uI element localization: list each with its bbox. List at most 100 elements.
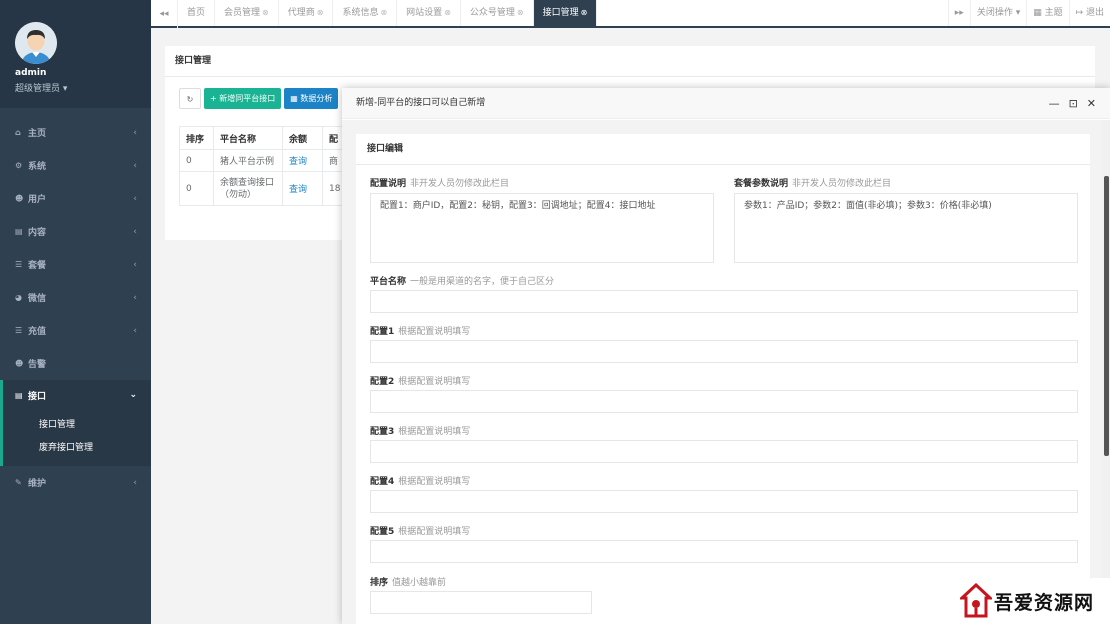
tab-member[interactable]: 会员管理 ⊗ [215, 0, 279, 26]
watermark-logo: 吾爱资源网 [960, 578, 1110, 624]
sidebar-item-alarm[interactable]: ☻ 告警 [0, 347, 151, 380]
tab-agent[interactable]: 代理商 ⊗ [279, 0, 334, 26]
sidebar-item-label: 维护 [28, 479, 47, 489]
tab-official-account[interactable]: 公众号管理 ⊗ [461, 0, 534, 26]
chevron-left-icon: ‹ [133, 160, 137, 171]
platform-name-input[interactable] [370, 290, 1078, 313]
label-text: 配置5 [370, 527, 395, 537]
label-hint: 根据配置说明填写 [398, 327, 471, 337]
add-interface-modal: 新增-同平台的接口可以自己新增 — ⊡ ✕ 接口编辑 配置说明 非开发人员勿修改此… [342, 88, 1110, 624]
theme-button[interactable]: ▦ 主题 [1026, 0, 1068, 26]
sidebar-item-system[interactable]: ⚙ 系统 ‹ [0, 149, 151, 182]
minimize-icon[interactable]: — [1049, 97, 1060, 110]
label-text: 套餐参数说明 [734, 179, 789, 189]
sidebar-item-label: 充值 [28, 327, 47, 337]
sidebar-item-label: 微信 [28, 294, 47, 304]
label-text: 配置3 [370, 427, 395, 437]
tabs-scroll-left-icon[interactable]: ◂◂ [151, 0, 178, 28]
avatar-image [15, 22, 57, 64]
config2-input[interactable] [370, 390, 1078, 413]
close-icon[interactable]: ✕ [1087, 97, 1096, 110]
user-role-dropdown[interactable]: 超级管理员 ▾ [15, 81, 67, 94]
query-link[interactable]: 查询 [282, 171, 323, 206]
modal-controls: — ⊡ ✕ [1049, 88, 1096, 119]
config1-input[interactable] [370, 340, 1078, 363]
tab-label: 首页 [187, 8, 206, 18]
close-icon[interactable]: ⊗ [581, 8, 588, 17]
label-text: 配置2 [370, 377, 395, 387]
sidebar-item-home[interactable]: ⌂ 主页 ‹ [0, 116, 151, 149]
tab-label: 系统信息 [342, 8, 379, 18]
table-cell: 0 [179, 149, 214, 172]
tab-system-info[interactable]: 系统信息 ⊗ [333, 0, 398, 26]
config4-input[interactable] [370, 490, 1078, 513]
tab-label: 代理商 [287, 8, 315, 18]
config2-label: 配置2 根据配置说明填写 [370, 374, 470, 387]
chevron-left-icon: ‹ [133, 259, 137, 270]
add-same-platform-button[interactable]: + 新增同平台接口 [204, 88, 282, 109]
sidebar-item-users[interactable]: ☻ 用户 ‹ [0, 182, 151, 215]
scrollbar-thumb[interactable] [1104, 176, 1109, 456]
sidebar-item-interface[interactable]: ▤ 接口 ⌄ [0, 380, 151, 410]
maximize-icon[interactable]: ⊡ [1069, 97, 1078, 110]
logout-button[interactable]: ↦ 退出 [1068, 0, 1110, 26]
gears-icon: ⚙ [15, 161, 23, 170]
list-icon: ☰ [15, 260, 23, 269]
config4-label: 配置4 根据配置说明填写 [370, 474, 470, 487]
tab-interface-manage[interactable]: 接口管理 ⊗ [533, 0, 598, 26]
tab-site-settings[interactable]: 网站设置 ⊗ [397, 0, 461, 26]
interface-table: 排序 平台名称 余额 配 0 猪人平台示例 查询 商 0 余额查询接口（勿动） … [179, 126, 348, 206]
tab-label: 接口管理 [542, 8, 579, 18]
param-desc-textarea[interactable]: 参数1：产品ID；参数2：面值(非必填)；参数3：价格(非必填) [734, 193, 1078, 263]
modal-scrollbar[interactable] [1102, 120, 1110, 624]
close-icon[interactable]: ⊗ [517, 8, 524, 17]
label-text: 排序 [370, 578, 389, 588]
close-icon[interactable]: ⊗ [380, 8, 387, 17]
users-icon: ☻ [15, 359, 24, 368]
sidebar-nav: ⌂ 主页 ‹ ⚙ 系统 ‹ ☻ 用户 ‹ ▤ 内容 ‹ ☰ 套餐 ‹ ◕ 微信 ‹ ☰ 充值 ‹ ☻ 告警 ▤… [0, 116, 151, 499]
label-text: 配置说明 [370, 179, 407, 189]
config3-label: 配置3 根据配置说明填写 [370, 424, 470, 437]
sidebar-item-wechat[interactable]: ◕ 微信 ‹ [0, 281, 151, 314]
sidebar-subitem-deprecated-interface[interactable]: 废弃接口管理 [39, 437, 151, 460]
config-desc-textarea[interactable]: 配置1：商户ID，配置2：秘钥，配置3：回调地址；配置4：接口地址 [370, 193, 714, 263]
sidebar-item-content[interactable]: ▤ 内容 ‹ [0, 215, 151, 248]
wechat-icon: ◕ [15, 293, 22, 302]
config3-input[interactable] [370, 440, 1078, 463]
tab-label: 会员管理 [224, 8, 261, 18]
table-row: 0 猪人平台示例 查询 商 [179, 149, 348, 172]
query-link[interactable]: 查询 [282, 149, 323, 172]
users-icon: ☻ [15, 194, 24, 203]
sidebar-item-package[interactable]: ☰ 套餐 ‹ [0, 248, 151, 281]
close-icon[interactable]: ⊗ [444, 8, 451, 17]
interface-edit-form: 接口编辑 配置说明 非开发人员勿修改此栏目 配置1：商户ID，配置2：秘钥，配置3… [356, 134, 1090, 624]
close-icon[interactable]: ⊗ [317, 8, 324, 17]
refresh-button[interactable]: ↻ [179, 88, 201, 109]
close-operations-dropdown[interactable]: 关闭操作 ▾ [969, 0, 1026, 26]
chevron-left-icon: ‹ [133, 193, 137, 204]
tab-label: 公众号管理 [469, 8, 515, 18]
file-icon: ▤ [15, 227, 23, 236]
column-header[interactable]: 平台名称 [213, 126, 283, 150]
home-icon: ⌂ [15, 128, 21, 137]
watermark-text: 吾爱资源网 [994, 591, 1095, 614]
form-title: 接口编辑 [356, 134, 1090, 165]
tab-home[interactable]: 首页 [178, 0, 216, 26]
sidebar-item-label: 接口 [28, 391, 47, 402]
table-cell: 0 [179, 171, 214, 206]
close-icon[interactable]: ⊗ [262, 8, 269, 17]
data-analysis-button[interactable]: ▦ 数据分析 [284, 88, 339, 109]
label-hint: 一般是用渠道的名字，便于自己区分 [410, 277, 555, 287]
user-profile: admin 超级管理员 ▾ [0, 0, 151, 108]
sidebar-item-maintenance[interactable]: ✎ 维护 ‹ [0, 466, 151, 499]
sidebar-subitem-interface-manage[interactable]: 接口管理 [39, 414, 151, 437]
chevron-left-icon: ‹ [133, 325, 137, 336]
sort-input[interactable] [370, 591, 592, 614]
top-right-actions: ▸▸ 关闭操作 ▾ ▦ 主题 ↦ 退出 [947, 0, 1110, 26]
column-header[interactable]: 余额 [282, 126, 323, 150]
avatar[interactable] [15, 22, 57, 64]
config5-input[interactable] [370, 540, 1078, 563]
tabs-scroll-right-icon[interactable]: ▸▸ [947, 0, 970, 26]
column-header[interactable]: 排序 [179, 126, 214, 150]
sidebar-item-recharge[interactable]: ☰ 充值 ‹ [0, 314, 151, 347]
